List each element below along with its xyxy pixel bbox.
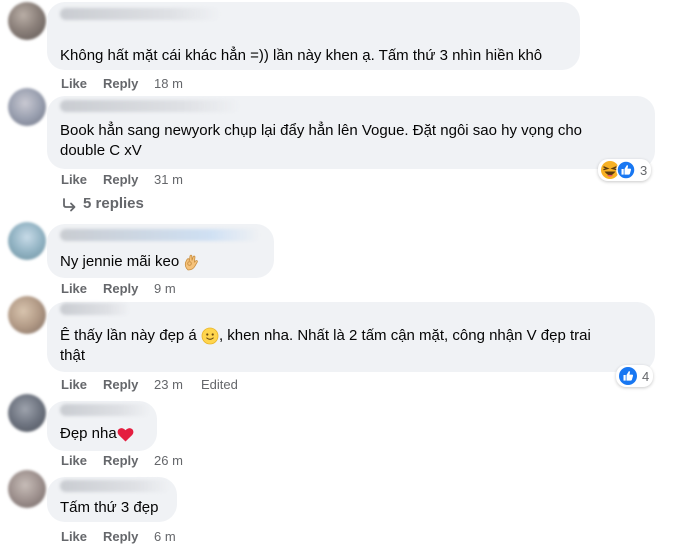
comment-text: Đẹp nha (60, 424, 134, 444)
comment-bubble: Book hẳn sang newyork chụp lại đẩy hẳn l… (47, 96, 655, 169)
reaction-summary[interactable]: 4 (616, 365, 654, 387)
comment-text-line-2: thật (60, 347, 86, 364)
like-link[interactable]: Like (61, 453, 87, 468)
like-link[interactable]: Like (61, 377, 87, 392)
reaction-summary[interactable]: 3 (598, 159, 652, 181)
comment-text-part-1: Ê thấy lần này đẹp á (60, 327, 197, 344)
edited-label[interactable]: Edited (201, 377, 238, 392)
comment-text-line-1: Ê thấy lần này đẹp á , khen nha. Nhất là… (60, 326, 591, 346)
comment-text-line-1: Book hẳn sang newyork chụp lại đẩy hẳn l… (60, 122, 583, 139)
like-link[interactable]: Like (61, 172, 87, 187)
avatar[interactable] (8, 296, 46, 334)
avatar[interactable] (8, 222, 46, 260)
like-icon (616, 160, 636, 180)
author-name-redacted (60, 8, 220, 20)
reply-link[interactable]: Reply (103, 377, 138, 392)
reaction-count: 3 (640, 162, 648, 178)
reply-link[interactable]: Reply (103, 172, 138, 187)
author-name-redacted (60, 100, 240, 112)
comment-bubble: Không hất mặt cái khác hẳn =)) lần này k… (47, 2, 580, 70)
reply-arrow-icon (63, 198, 76, 212)
comment-text: Tấm thứ 3 đẹp (60, 499, 159, 516)
red-heart-icon (117, 427, 134, 442)
comment-text: Không hất mặt cái khác hẳn =)) lần này k… (60, 47, 543, 64)
author-name-redacted (60, 404, 150, 416)
like-link[interactable]: Like (61, 529, 87, 544)
like-icon (619, 367, 637, 385)
reply-link[interactable]: Reply (103, 76, 138, 91)
comment-text-body: Ny jennie mãi keo (60, 253, 180, 270)
timestamp[interactable]: 31 m (154, 172, 183, 187)
author-name-redacted (60, 480, 170, 492)
reply-link[interactable]: Reply (103, 281, 138, 296)
slightly-smiling-face-icon (201, 327, 219, 345)
author-name-redacted (60, 229, 260, 241)
avatar[interactable] (8, 470, 46, 508)
timestamp[interactable]: 6 m (154, 529, 176, 544)
comment-text-line-2: double C xV (60, 142, 142, 159)
comment-bubble: Tấm thứ 3 đẹp (47, 477, 177, 522)
reply-link[interactable]: Reply (103, 453, 138, 468)
timestamp[interactable]: 18 m (154, 76, 183, 91)
comment-bubble: Ê thấy lần này đẹp á , khen nha. Nhất là… (47, 302, 655, 372)
timestamp[interactable]: 9 m (154, 281, 176, 296)
like-link[interactable]: Like (61, 281, 87, 296)
comment-text-body: Đẹp nha (60, 425, 117, 442)
replies-label: 5 replies (83, 195, 144, 212)
avatar[interactable] (8, 88, 46, 126)
comment-text-part-2: , khen nha. Nhất là 2 tấm cận mặt, công … (218, 327, 591, 344)
ok-hand-icon (185, 254, 199, 271)
avatar[interactable] (8, 394, 46, 432)
timestamp[interactable]: 26 m (154, 453, 183, 468)
reaction-count: 4 (642, 368, 650, 384)
reply-link[interactable]: Reply (103, 529, 138, 544)
comment-bubble: Đẹp nha (47, 401, 157, 451)
timestamp[interactable]: 23 m (154, 377, 183, 392)
author-name-redacted (60, 303, 130, 315)
like-link[interactable]: Like (61, 76, 87, 91)
avatar[interactable] (8, 2, 46, 40)
comment-bubble: Ny jennie mãi keo (47, 224, 274, 278)
comment-text: Ny jennie mãi keo (60, 252, 199, 272)
